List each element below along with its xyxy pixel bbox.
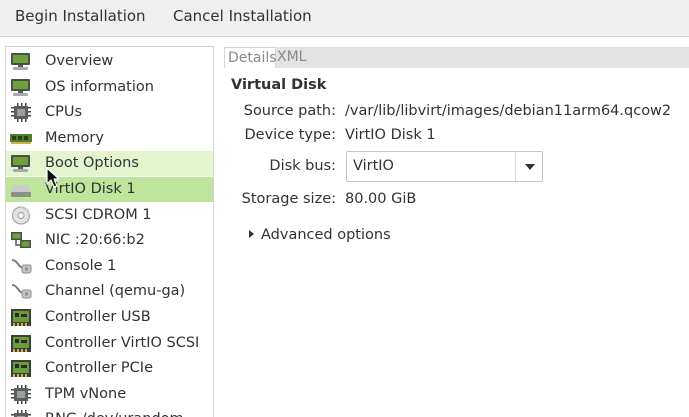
sidebar-item-virtio-disk-1[interactable]: VirtIO Disk 1 — [6, 177, 213, 202]
cancel-installation-button[interactable]: Cancel Installation — [173, 0, 312, 35]
sidebar-item-label: Channel (qemu-ga) — [45, 283, 186, 300]
sidebar-item-tpm-vnone[interactable]: TPM vNone — [6, 382, 213, 407]
cpu-icon — [10, 384, 32, 404]
sidebar-item-scsi-cdrom-1[interactable]: SCSI CDROM 1 — [6, 203, 213, 228]
monitor-icon — [10, 78, 32, 97]
controller-icon — [10, 308, 32, 327]
disk-bus-label: Disk bus: — [269, 158, 336, 174]
sidebar-item-rng-dev-urandom[interactable]: RNG /dev/urandom — [6, 407, 213, 417]
disk-bus-combobox[interactable]: VirtIO — [346, 151, 543, 182]
sidebar-item-controller-pcie[interactable]: Controller PCIe — [6, 356, 213, 381]
storage-size-value: 80.00 GiB — [345, 191, 417, 207]
section-title: Virtual Disk — [231, 77, 327, 93]
begin-installation-button[interactable]: Begin Installation — [15, 0, 146, 35]
sidebar-item-label: Controller USB — [45, 309, 151, 325]
source-path-value: /var/lib/libvirt/images/debian11arm64.qc… — [345, 103, 672, 119]
toolbar: Begin Installation Cancel Installation — [0, 0, 689, 37]
controller-icon — [10, 359, 32, 378]
sidebar-item-cpus[interactable]: CPUs — [6, 100, 213, 125]
disk-bus-selected-value: VirtIO — [353, 158, 394, 174]
cpu-icon — [10, 103, 32, 123]
sidebar-item-label: RNG /dev/urandom — [45, 407, 184, 417]
chevron-down-icon[interactable] — [525, 164, 535, 170]
sidebar-item-label: Controller PCIe — [45, 360, 153, 377]
combobox-separator — [515, 152, 516, 181]
sidebar-item-label: Controller VirtIO SCSI — [45, 334, 200, 351]
sidebar-item-label: OS information — [45, 78, 154, 95]
memory-icon — [10, 129, 32, 148]
disk-icon — [10, 180, 32, 199]
details-tab-bar: Details XML — [224, 47, 689, 68]
sidebar-item-label: TPM vNone — [45, 385, 127, 402]
sidebar-item-label: VirtIO Disk 1 — [45, 181, 136, 197]
hardware-list: Overview OS information CPUs Memory Boot Opt… — [5, 46, 214, 417]
sidebar-item-controller-virtio-scsi[interactable]: Controller VirtIO SCSI — [6, 331, 213, 356]
sidebar-item-label: Overview — [45, 53, 114, 69]
source-path-label: Source path: — [243, 103, 336, 119]
sidebar-item-label: CPUs — [45, 104, 83, 121]
sidebar-item-nic-20-66-b2[interactable]: NIC :20:66:b2 — [6, 228, 213, 253]
device-type-value: VirtIO Disk 1 — [345, 127, 436, 143]
sidebar-item-channel-qemu-ga[interactable]: Channel (qemu-ga) — [6, 279, 213, 304]
expander-arrow-icon[interactable] — [249, 230, 254, 238]
tab-details[interactable]: Details — [224, 47, 277, 68]
controller-icon — [10, 334, 32, 353]
cdrom-icon — [10, 206, 32, 225]
monitor-icon — [10, 52, 32, 71]
sidebar-item-boot-options[interactable]: Boot Options — [6, 151, 213, 177]
network-icon — [10, 231, 32, 250]
storage-size-label: Storage size: — [241, 191, 336, 207]
serial-icon — [10, 257, 32, 276]
advanced-options-label: Advanced options — [261, 227, 391, 243]
sidebar-item-label: Memory — [45, 129, 104, 146]
sidebar-item-console-1[interactable]: Console 1 — [6, 254, 213, 279]
sidebar-item-memory[interactable]: Memory — [6, 126, 213, 151]
vm-details-window: Begin Installation Cancel Installation O… — [0, 0, 689, 417]
serial-icon — [10, 282, 32, 301]
sidebar-item-label: SCSI CDROM 1 — [45, 206, 152, 223]
monitor-icon — [10, 154, 32, 173]
sidebar-item-overview[interactable]: Overview — [6, 49, 213, 74]
sidebar-item-os-information[interactable]: OS information — [6, 75, 213, 100]
sidebar-item-label: Boot Options — [45, 155, 139, 172]
sidebar-item-label: NIC :20:66:b2 — [45, 232, 145, 249]
cpu-icon — [10, 410, 32, 417]
tab-xml[interactable]: XML — [277, 47, 306, 68]
sidebar-item-controller-usb[interactable]: Controller USB — [6, 305, 213, 330]
sidebar-item-label: Console 1 — [45, 257, 117, 274]
device-type-label: Device type: — [244, 127, 336, 143]
